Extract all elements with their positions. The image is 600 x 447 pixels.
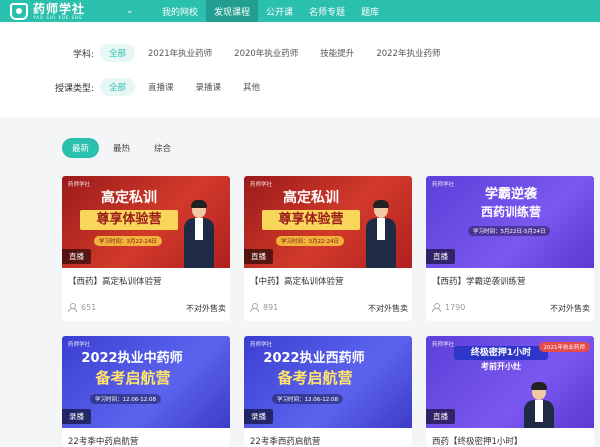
course-card[interactable]: 药师学社高定私训尊享体验营学习时间：3月22-24日 直播【西药】高定私训体验营 6… (62, 176, 230, 321)
user-icon (432, 303, 441, 312)
type-filter-label: 授课类型: (54, 83, 94, 94)
thumbnail-logo: 药师学社 (432, 182, 455, 188)
nav-item[interactable]: 题库 (353, 0, 387, 22)
thumbnail-schedule: 学习时间：12.06-12.08 (272, 394, 343, 404)
nav-item[interactable]: 名师专题 (301, 0, 353, 22)
main-nav: 我的网校 发现课程 公开课 名师专题 题库 (154, 0, 387, 22)
thumbnail-subheadline: 备考启航营 (277, 369, 353, 387)
course-title[interactable]: 西药【终极密押1小时】 (432, 435, 522, 447)
teacher-photo (182, 200, 216, 268)
thumbnail-schedule: 学习时间：12.06-12.08 (90, 394, 161, 404)
subject-filter-label: 学科: (72, 49, 94, 60)
thumbnail-logo: 药师学社 (250, 182, 273, 188)
sort-tabs: 最新 最热 综合 (62, 138, 185, 158)
thumbnail-logo: 药师学社 (68, 342, 91, 348)
user-icon (250, 303, 259, 312)
sort-tab[interactable]: 最新 (62, 138, 100, 158)
enrollment-count-value: 891 (263, 303, 279, 312)
course-thumbnail[interactable]: 药师学社高定私训尊享体验营学习时间：3月22-24日 直播 (244, 176, 412, 268)
thumbnail-headline: 高定私训 (283, 190, 339, 206)
thumbnail-logo: 药师学社 (68, 182, 91, 188)
thumbnail-headline: 2022执业西药师 (263, 351, 365, 366)
type-option[interactable]: 其他 (234, 78, 269, 96)
nav-item[interactable]: 公开课 (258, 0, 301, 22)
course-title[interactable]: 22考季西药启航营 (250, 435, 320, 447)
course-title[interactable]: 22考季中药启航营 (68, 435, 138, 447)
subject-option[interactable]: 技能提升 (311, 44, 363, 62)
type-option[interactable]: 直播课 (139, 78, 183, 96)
thumbnail-headline: 2022执业中药师 (81, 351, 183, 366)
subject-filter-row: 学科: 全部 2021年执业药师 2020年执业药师 技能提升 2022年执业药师 (0, 43, 453, 63)
course-type-badge: 直播 (62, 249, 91, 264)
course-title[interactable]: 【西药】学霸逆袭训练营 (432, 275, 526, 287)
thumbnail-subheadline: 西药训练营 (480, 205, 541, 219)
thumbnail-logo: 药师学社 (432, 342, 455, 348)
logo-icon (10, 2, 28, 20)
course-type-badge: 录播 (62, 409, 91, 424)
thumbnail-subheadline: 尊享体验营 (262, 210, 360, 230)
logo-title: 药师学社 (33, 1, 86, 16)
sale-status: 不对外售卖 (550, 304, 590, 313)
course-thumbnail[interactable]: 药师学社高定私训尊享体验营学习时间：3月22-24日 直播 (62, 176, 230, 268)
enrollment-count: 1790 (432, 303, 465, 312)
type-option[interactable]: 全部 (100, 78, 136, 96)
enrollment-count-value: 1790 (445, 303, 466, 312)
course-title[interactable]: 【西药】高定私训体验营 (68, 275, 162, 287)
thumbnail-headline: 终极密押1小时 (454, 346, 548, 361)
thumbnail-schedule: 学习时间：3月22-24日 (276, 236, 344, 246)
thumbnail-logo: 药师学社 (250, 342, 273, 348)
nav-item[interactable]: 发现课程 (206, 0, 259, 22)
course-card[interactable]: 药师学社 2022执业西药师 备考启航营学习时间：12.06-12.08 录播 22考季… (244, 336, 412, 447)
subject-option[interactable]: 2022年执业药师 (367, 44, 449, 62)
course-title[interactable]: 【中药】高定私训体验营 (250, 275, 344, 287)
logo-subtitle: YAO SHI XUE SHE (33, 14, 83, 20)
subject-option[interactable]: 2020年执业药师 (225, 44, 307, 62)
top-nav: 药师学社 YAO SHI XUE SHE ⌄ 我的网校 发现课程 公开课 名师专题 题库 (0, 0, 600, 22)
enrollment-count-value: 651 (81, 303, 97, 312)
enrollment-count: 891 (250, 303, 278, 312)
thumbnail-subheadline: 尊享体验营 (80, 210, 178, 230)
sale-status: 不对外售卖 (368, 304, 408, 313)
course-type-badge: 直播 (426, 249, 455, 264)
course-card[interactable]: 药师学社 终极密押1小时 考前开小灶 2021年执业药师直播西药【终极密押1小时】 (426, 336, 594, 447)
course-card[interactable]: 药师学社学霸逆袭西药训练营学习时间：5月22日-5月24日直播【西药】学霸逆袭训… (426, 176, 594, 321)
course-thumbnail[interactable]: 药师学社学霸逆袭西药训练营学习时间：5月22日-5月24日直播 (426, 176, 594, 268)
type-option[interactable]: 录播课 (187, 78, 231, 96)
course-card[interactable]: 药师学社 2022执业中药师 备考启航营学习时间：12.06-12.08 录播 22考季… (62, 336, 230, 447)
subject-option[interactable]: 2021年执业药师 (139, 44, 221, 62)
nav-item[interactable]: 我的网校 (154, 0, 206, 22)
user-icon (68, 303, 77, 312)
type-filter-row: 授课类型: 全部 直播课 录播课 其他 (0, 77, 273, 97)
site-logo[interactable]: 药师学社 YAO SHI XUE SHE (10, 1, 120, 20)
thumbnail-schedule: 学习时间：3月22-24日 (94, 236, 162, 246)
course-thumbnail[interactable]: 药师学社 终极密押1小时 考前开小灶 2021年执业药师直播 (426, 336, 594, 428)
subject-option[interactable]: 全部 (100, 44, 136, 62)
course-type-badge: 录播 (244, 409, 273, 424)
sale-status: 不对外售卖 (186, 304, 226, 313)
course-thumbnail[interactable]: 药师学社 2022执业中药师 备考启航营学习时间：12.06-12.08 录播 (62, 336, 230, 428)
filter-panel: 学科: 全部 2021年执业药师 2020年执业药师 技能提升 2022年执业药师 授课… (0, 22, 600, 117)
chevron-down-icon[interactable]: ⌄ (126, 6, 146, 16)
teacher-photo (522, 382, 556, 428)
thumbnail-schedule: 2021年执业药师 (538, 342, 590, 352)
course-type-badge: 直播 (426, 409, 455, 424)
course-card[interactable]: 药师学社高定私训尊享体验营学习时间：3月22-24日 直播【中药】高定私训体验营 8… (244, 176, 412, 321)
thumbnail-subheadline: 考前开小灶 (481, 362, 521, 371)
teacher-photo (364, 200, 398, 268)
sort-tab[interactable]: 最热 (103, 138, 140, 158)
course-type-badge: 直播 (244, 249, 273, 264)
sort-tab[interactable]: 综合 (144, 138, 181, 158)
enrollment-count: 651 (68, 303, 96, 312)
thumbnail-subheadline: 备考启航营 (95, 369, 171, 387)
thumbnail-schedule: 学习时间：5月22日-5月24日 (468, 226, 551, 236)
thumbnail-headline: 高定私训 (101, 190, 157, 206)
thumbnail-headline: 学霸逆袭 (484, 187, 537, 202)
course-thumbnail[interactable]: 药师学社 2022执业西药师 备考启航营学习时间：12.06-12.08 录播 (244, 336, 412, 428)
